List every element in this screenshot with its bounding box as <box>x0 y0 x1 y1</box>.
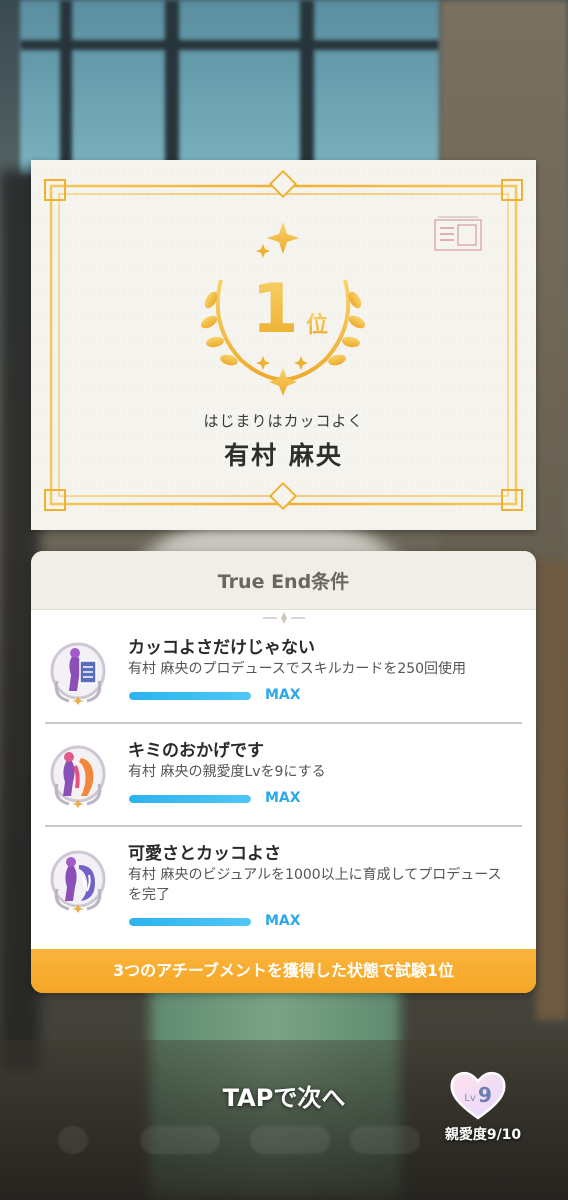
achievement-row: カッコよさだけじゃない 有村 麻央のプロデュースでスキルカードを250回使用 M… <box>31 621 536 724</box>
rank-certificate: 1 位 はじまりはカッコよく 有村 麻央 <box>31 160 536 530</box>
achievement-row: 可愛さとカッコよさ 有村 麻央のビジュアルを1000以上に育成してプロデュースを… <box>31 827 536 947</box>
achievement-description: 有村 麻央のプロデュースでスキルカードを250回使用 <box>128 661 467 677</box>
certificate-subtitle: はじまりはカッコよく <box>203 412 364 430</box>
achievement-description: 有村 麻央のビジュアルを1000以上に育成してプロデュースを完了 <box>128 867 502 903</box>
level-value: 9 <box>478 1083 492 1107</box>
achievement-title: カッコよさだけじゃない <box>128 638 315 658</box>
rank-suffix: 位 <box>306 312 328 338</box>
progress-fill <box>129 918 251 926</box>
affection-level-heart-icon: Lv 9 <box>450 1071 506 1120</box>
panel-title: True End条件 <box>31 551 536 610</box>
achievement-progress-bar <box>129 692 251 700</box>
achievement-title: 可愛さとカッコよさ <box>128 844 281 864</box>
rank-number: 1 <box>251 270 298 349</box>
idol-name: 有村 麻央 <box>224 441 343 470</box>
level-prefix: Lv <box>464 1093 476 1104</box>
achievement-description: 有村 麻央の親愛度Lvを9にする <box>128 764 326 780</box>
achievement-title: キミのおかげです <box>128 741 264 761</box>
achievement-progress-bar <box>129 918 251 926</box>
progress-status: MAX <box>265 913 301 929</box>
skill-card-achievement-icon <box>50 642 106 705</box>
achievement-progress-bar <box>129 795 251 803</box>
affection-achievement-icon <box>50 745 106 808</box>
true-end-conditions-panel: True End条件 カッコよさだけじゃない 有村 麻央のプロデュースでスキルカ… <box>31 551 536 993</box>
progress-fill <box>129 795 251 803</box>
progress-status: MAX <box>265 687 301 703</box>
progress-fill <box>129 692 251 700</box>
conditions-footer: 3つのアチーブメントを獲得した状態で試験1位 <box>31 949 536 993</box>
visual-achievement-icon <box>50 850 106 913</box>
progress-status: MAX <box>265 790 301 806</box>
postage-stamp-icon <box>434 216 482 251</box>
affinity-label: 親愛度9/10 <box>444 1127 522 1143</box>
achievement-row: キミのおかげです 有村 麻央の親愛度Lvを9にする MAX <box>31 724 536 827</box>
